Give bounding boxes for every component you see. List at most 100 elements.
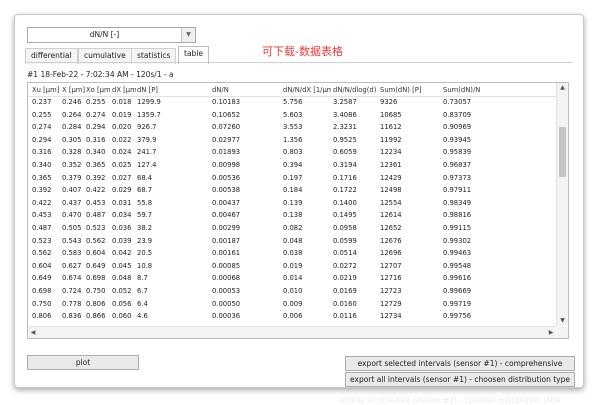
caret-down-icon[interactable]: ▼ [557,316,568,326]
table-cell: 0.99719 [443,299,472,308]
table-header: Xu [µm]X [µm]Xo [µm]dX [µm]dN [P]dN/NdN/… [28,83,556,97]
table-cell: 0.022 [112,135,132,144]
table-cell: 0.294 [32,135,52,144]
table-cell: 68.4 [137,173,153,182]
table-cell: 0.00998 [212,161,241,169]
app-window: dN/N [-] ▼ 可下载-数据表格 differential cumulat… [14,14,584,388]
caret-right-icon[interactable]: ▶ [546,327,556,338]
table-cell: 1359.7 [137,110,161,119]
table-row[interactable]: 0.453 0.470 0.487 0.034 59.7 0.00467 0.138 0.14… [28,211,556,224]
table-cell: 0.90969 [443,123,472,132]
column-header[interactable]: dN [P] [137,86,207,94]
table-cell: 0.724 [62,287,82,295]
tab-divider [25,62,573,63]
table-cell: 0.543 [62,236,82,245]
table-cell: 0.10183 [212,98,241,106]
table-cell: 0.1495 [333,211,357,220]
scrollbar-thumb[interactable] [559,127,566,177]
scrollbar-corner [557,327,568,338]
table-row[interactable]: 0.255 0.264 0.274 0.019 1359.7 0.10652 5.603 3.… [28,111,556,124]
table-row[interactable]: 0.806 0.836 0.866 0.060 4.6 0.00036 0.006 0.011… [28,312,556,325]
table-cell: 0.0599 [333,236,357,245]
table-row[interactable]: 0.316 0.328 0.340 0.024 241.7 0.01893 0.803 0.6… [28,148,556,161]
table-cell: 9326 [380,98,398,106]
table-cell: 12361 [380,161,402,169]
table-row[interactable]: 0.487 0.505 0.523 0.036 38.2 0.00299 0.082 0.09… [28,224,556,237]
table-row[interactable]: 0.294 0.305 0.316 0.022 379.9 0.02977 1.356 0.9… [28,136,556,149]
table-cell: 0.045 [112,261,132,270]
dropdown-value: dN/N [-] [89,30,120,39]
table-cell: 0.039 [112,236,132,245]
column-header[interactable]: Sum(dN)/N [443,86,513,94]
table-cell: 0.0514 [333,249,357,258]
table-cell: 0.340 [32,161,52,169]
table-cell: 12498 [380,186,402,195]
table-row[interactable]: 0.365 0.379 0.392 0.027 68.4 0.00536 0.197 0.17… [28,174,556,187]
table-cell: 0.020 [112,123,132,132]
table-cell: 0.73057 [443,98,472,106]
table-cell: 12676 [380,236,402,245]
column-header[interactable]: dN/N [212,86,280,94]
column-header[interactable]: dX [µm] [112,86,136,94]
table-row[interactable]: 0.237 0.246 0.255 0.018 1299.9 0.10183 5.756 3.… [28,98,556,111]
triangle-down-icon[interactable]: ▼ [181,28,195,42]
download-annotation: 可下载-数据表格 [262,45,343,58]
column-header[interactable]: X [µm] [62,86,85,94]
table-cell: 3.553 [283,123,303,132]
table-cell: 0.99669 [443,287,472,295]
caret-left-icon[interactable]: ◀ [28,327,38,338]
table-cell: 0.97373 [443,173,472,182]
table-row[interactable]: 0.274 0.284 0.294 0.020 926.7 0.07260 3.553 2.3… [28,123,556,136]
distribution-type-dropdown[interactable]: dN/N [-] ▼ [27,27,196,43]
table-cell: 0.048 [112,274,132,283]
table-cell: 0.806 [32,312,52,321]
table-cell: 0.98816 [443,211,472,220]
table-cell: 55.8 [137,198,153,207]
table-cell: 1.356 [283,135,303,144]
table-row[interactable]: 0.340 0.352 0.365 0.025 127.4 0.00998 0.394 0.3… [28,161,556,174]
table-cell: 0.009 [283,299,303,308]
table-cell: 12716 [380,274,402,283]
table-row[interactable]: 0.422 0.437 0.453 0.031 55.8 0.00437 0.139 0.14… [28,199,556,212]
column-header[interactable]: Sum(dN) [P] [380,86,440,94]
table-cell: 0.627 [62,261,82,270]
table-cell: 0.99548 [443,261,472,270]
table-row[interactable]: 0.392 0.407 0.422 0.029 68.7 0.00538 0.184 0.17… [28,186,556,199]
table-cell: 0.470 [62,211,82,220]
table-cell: 0.562 [32,249,52,258]
horizontal-scrollbar[interactable]: ◀ ▶ [28,326,556,338]
column-header[interactable]: Xu [µm] [32,86,61,94]
table-cell: 0.0958 [333,224,357,232]
export-selected-button[interactable]: export selected intervals (sensor #1) - … [345,356,575,371]
table-cell: 0.027 [112,173,132,182]
table-cell: 0.00299 [212,224,241,232]
table-cell: 5.603 [283,110,303,119]
table-row[interactable]: 0.562 0.583 0.604 0.042 20.5 0.00161 0.038 0.05… [28,249,556,262]
column-header[interactable]: Xo [µm] [86,86,111,94]
table-cell: 0.365 [32,173,52,182]
table-cell: 0.01893 [212,148,241,157]
table-cell: 0.352 [62,161,82,169]
column-header[interactable]: dN/N/dlog(d) [333,86,379,94]
table-row[interactable]: 0.698 0.724 0.750 0.052 6.7 0.00053 0.010 0.016… [28,287,556,300]
table-cell: 0.394 [283,161,303,169]
plot-button[interactable]: plot [27,355,139,370]
column-header[interactable]: dN/N/dX [1/µm] [283,86,331,94]
table-cell: 12554 [380,198,402,207]
table-row[interactable]: 0.523 0.543 0.562 0.039 23.9 0.00187 0.048 0.05… [28,237,556,250]
table-cell: 20.5 [137,249,153,258]
export-all-button[interactable]: export all intervals (sensor #1) - choos… [345,372,575,387]
table-row[interactable]: 0.604 0.627 0.649 0.045 10.8 0.00085 0.019 0.02… [28,262,556,275]
table-row[interactable]: 0.649 0.674 0.698 0.048 8.7 0.00068 0.014 0.021… [28,274,556,287]
table-row[interactable]: 0.750 0.778 0.806 0.056 6.4 0.00050 0.009 0.016… [28,300,556,313]
table-cell: 11992 [380,135,402,144]
table-cell: 0.698 [86,274,106,283]
table-cell: 0.316 [32,148,52,157]
table-cell: 0.00161 [212,249,241,258]
caret-up-icon[interactable]: ▲ [557,83,568,93]
data-table[interactable]: Xu [µm]X [µm]Xo [µm]dX [µm]dN [P]dN/NdN/… [27,82,569,339]
table-cell: 0.056 [112,299,132,308]
table-cell: 0.00036 [212,312,241,321]
table-cell: 12723 [380,287,402,295]
vertical-scrollbar[interactable]: ▲ ▼ [556,83,568,326]
